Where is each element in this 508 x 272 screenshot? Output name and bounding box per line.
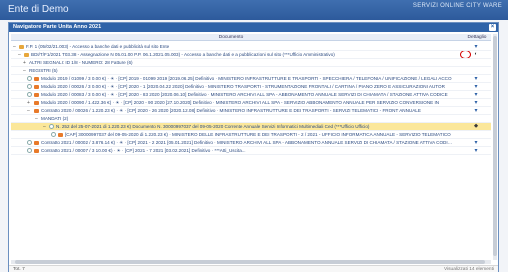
expand-toggle[interactable]: – <box>27 108 32 114</box>
row-text: BDI/T/F1/2021 T03.38 - Assegnazione N 05… <box>31 52 335 57</box>
expand-toggle[interactable]: + <box>23 60 28 66</box>
column-header-document[interactable]: Documento <box>11 35 451 40</box>
scroll-thumb[interactable] <box>15 260 485 264</box>
dialog-titlebar: Navigatore Parte Unita Anno 2021 × <box>9 23 498 32</box>
tree-row[interactable]: – REGISTRI (5) <box>11 67 491 75</box>
document-icon <box>34 149 39 153</box>
expand-toggle[interactable]: – <box>43 124 48 130</box>
detail-chevron-icon[interactable]: ▾ <box>466 75 486 82</box>
document-icon <box>34 109 39 113</box>
tree-row[interactable]: Contratto 2021 / 00007 / 3 10.00 €) · ☀ … <box>11 147 491 155</box>
tree-row[interactable]: + ALTRI SEGNALI: ID 1/8 - NUMERO: 28 Fat… <box>11 59 491 67</box>
select-radio[interactable] <box>27 140 32 145</box>
document-icon <box>34 141 39 145</box>
detail-chevron-icon[interactable]: ▾ <box>466 139 486 146</box>
tree-row[interactable]: + Modulo 2020 / 00090 / 1.422.36 €) · ☀ … <box>11 99 491 107</box>
row-text: Modulo 2020 / 00026 / 3 0.00 €) · ☀ · [C… <box>41 84 445 89</box>
row-text: Contratto 2021 / 00007 / 3 10.00 €) · ☀ … <box>41 148 246 153</box>
row-text: REGISTRI (5) <box>29 68 58 73</box>
dialog-footer: Tot. 7 Visualizzati 14 elementi <box>9 265 498 272</box>
tree-row[interactable]: Modulo 2020 / 00026 / 3 0.00 €) · ☀ · [C… <box>11 83 491 91</box>
expand-toggle[interactable]: + <box>27 100 32 106</box>
tree-row-selected[interactable]: – N. 252 del 25-07-2021 di 1.220.23 €) D… <box>11 123 491 131</box>
tree-row[interactable]: [CAP] 30000997037 del 09-05-2020 di 1.22… <box>11 131 491 139</box>
horizontal-scrollbar[interactable] <box>11 260 491 264</box>
detail-chevron-icon[interactable]: ▾ <box>466 91 486 98</box>
scroll-thumb[interactable] <box>493 36 497 256</box>
footer-total: Tot. 7 <box>13 267 25 272</box>
select-radio[interactable] <box>27 92 32 97</box>
row-text: F.P. 1 (05/02/21.003) - Accesso a banche… <box>26 44 170 49</box>
detail-chevron-icon[interactable]: ▾ <box>466 83 486 90</box>
row-text: Modulo 2019 / 01099 / 3 0.00 €) · ☀ · [C… <box>41 76 452 81</box>
detail-icon[interactable]: ◆ <box>466 123 486 129</box>
brand-logo: SERVIZI ONLINE CITY WARE <box>412 3 502 9</box>
tree-row[interactable]: – MANDATI (2) <box>11 115 491 123</box>
vertical-scrollbar[interactable] <box>493 34 497 260</box>
navigator-dialog: Navigatore Parte Unita Anno 2021 × Docum… <box>8 22 499 272</box>
detail-chevron-icon[interactable]: ▾ <box>466 107 486 114</box>
row-text: [CAP] 30000997037 del 09-05-2020 di 1.22… <box>65 132 451 137</box>
detail-chevron-icon[interactable]: ▾ <box>466 99 486 106</box>
row-text: Modulo 2020 / 00083 / 3 0.00 €) · ☀ · [C… <box>41 92 448 97</box>
select-radio[interactable] <box>51 132 56 137</box>
expand-toggle[interactable]: – <box>35 116 40 122</box>
row-text: ALTRI SEGNALI: ID 1/8 - NUMERO: 28 Fattu… <box>29 60 133 65</box>
expand-toggle[interactable]: – <box>13 44 18 50</box>
column-header-detail[interactable]: Dettaglio <box>463 35 491 40</box>
tree-row[interactable]: – BDI/T/F1/2021 T03.38 - Assegnazione N … <box>11 51 491 59</box>
detail-chevron-icon[interactable]: ▾ <box>466 147 486 154</box>
row-text: MANDATI (2) <box>41 116 69 121</box>
folder-icon <box>19 45 24 49</box>
tree-row[interactable]: Modulo 2020 / 00083 / 3 0.00 €) · ☀ · [C… <box>11 91 491 99</box>
row-text: Contratto 2020 / 00026 / 1.220.23 €) · ☀… <box>41 108 421 113</box>
app-header: Ente di Demo SERVIZI ONLINE CITY WARE <box>0 0 508 20</box>
expand-toggle[interactable]: – <box>18 52 23 58</box>
grid-header: Documento Dettaglio <box>11 34 491 41</box>
document-icon <box>34 93 39 97</box>
folder-icon <box>24 53 29 57</box>
close-button[interactable]: × <box>489 24 496 31</box>
tree-row[interactable]: Modulo 2019 / 01099 / 3 0.00 €) · ☀ · [C… <box>11 75 491 83</box>
document-icon <box>34 101 39 105</box>
row-text: N. 252 del 25-07-2021 di 1.220.23 €) Doc… <box>56 124 370 129</box>
document-icon <box>34 77 39 81</box>
footer-count: Visualizzati 14 elementi <box>443 267 494 272</box>
select-radio[interactable] <box>49 124 54 129</box>
document-icon <box>34 85 39 89</box>
document-icon <box>58 133 63 137</box>
app-title: Ente di Demo <box>8 4 69 15</box>
dialog-title: Navigatore Parte Unita Anno 2021 <box>13 24 102 30</box>
detail-icon[interactable]: ◐ <box>466 51 486 57</box>
select-radio[interactable] <box>27 84 32 89</box>
row-text: Contratto 2021 / 00002 / 3.876.14 €) · ☀… <box>41 140 453 145</box>
select-radio[interactable] <box>27 148 32 153</box>
tree-row[interactable]: – F.P. 1 (05/02/21.003) - Accesso a banc… <box>11 43 491 51</box>
expand-toggle[interactable]: – <box>23 68 28 74</box>
detail-chevron-icon[interactable]: ▾ <box>466 43 486 50</box>
tree-grid: – F.P. 1 (05/02/21.003) - Accesso a banc… <box>11 43 491 155</box>
select-radio[interactable] <box>27 76 32 81</box>
tree-row[interactable]: Contratto 2021 / 00002 / 3.876.14 €) · ☀… <box>11 139 491 147</box>
row-text: Modulo 2020 / 00090 / 1.422.36 €) · ☀ · … <box>41 100 440 105</box>
tree-row[interactable]: – Contratto 2020 / 00026 / 1.220.23 €) ·… <box>11 107 491 115</box>
